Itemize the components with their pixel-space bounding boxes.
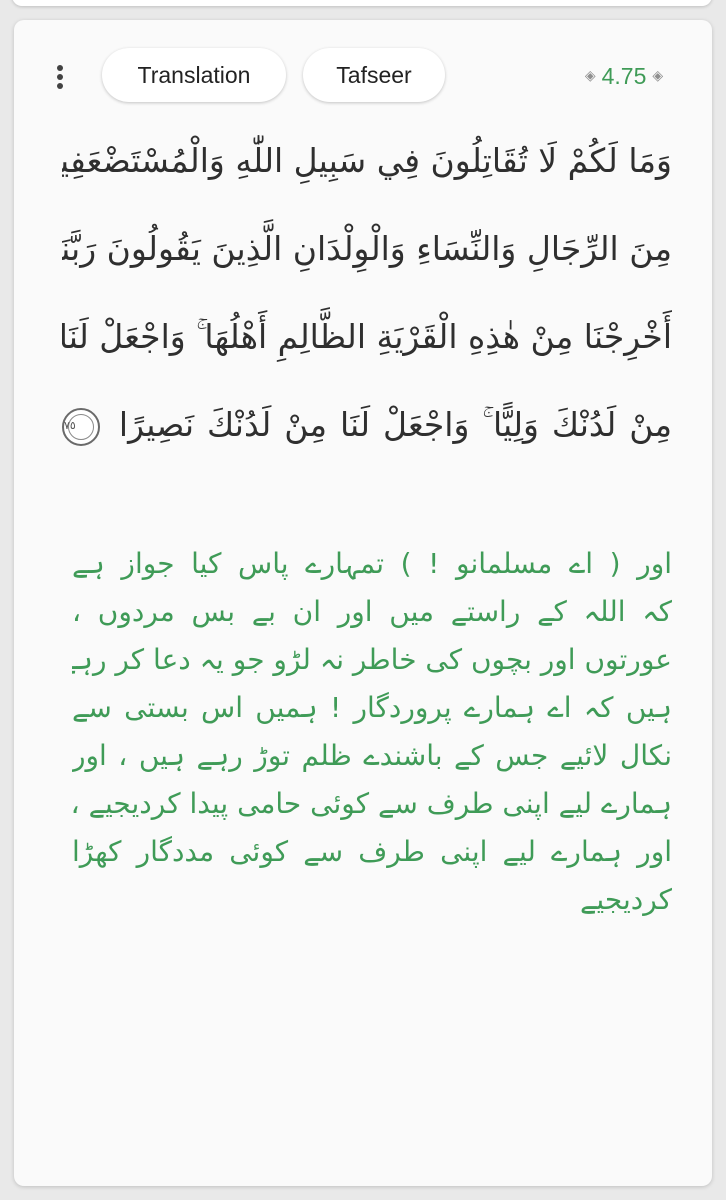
ayah-end-marker-icon: ٧٥ [62,407,100,446]
translation-button[interactable]: Translation [102,48,286,102]
urdu-line: عورتوں اور بچوں کی خاطر نہ لڑو جو یہ دعا… [72,643,672,676]
arabic-line-text: مِنْ لَدُنْكَ وَلِيًّا ۚ وَاجْعَلْ لَنَا… [118,405,672,444]
urdu-line: ہیں کہ اے ہمارے پروردگار ! ہمیں اس بستی … [72,691,672,724]
arabic-line: مِنَ الرِّجَالِ وَالنِّسَاءِ وَالْوِلْدَ… [62,229,672,268]
urdu-line: کردیجیے [580,883,672,916]
urdu-line: اور ہمارے لیے اپنی طرف سے کوئی مددگار کھ… [72,835,672,868]
arabic-verse-text: وَمَا لَكُمْ لَا تُقَاتِلُونَ فِي سَبِيل… [62,122,672,502]
urdu-line: نکال لائیے جس کے باشندے ظلم توڑ رہے ہیں … [72,739,672,772]
more-vertical-icon[interactable] [50,62,70,92]
verse-number: 4.75 [601,62,647,89]
arabic-line-last: مِنْ لَدُنْكَ وَلِيًّا ۚ وَاجْعَلْ لَنَا… [62,386,672,464]
arabic-line: وَمَا لَكُمْ لَا تُقَاتِلُونَ فِي سَبِيل… [62,141,672,180]
previous-card-edge [12,0,712,6]
more-dot-icon [57,65,63,71]
tafseer-button[interactable]: Tafseer [303,48,445,102]
urdu-line: اور ( اے مسلمانو ! ) تمہارے پاس کیا جواز… [72,547,672,580]
more-dot-icon [57,83,63,89]
verse-ornament-right-icon: ◈ [652,68,664,84]
ayah-marker-number: ٧٥ [64,418,76,432]
verse-ornament-left-icon: ◈ [584,68,596,84]
urdu-line: کہ اللہ کے راستے میں اور ان بے بس مردوں … [72,595,672,628]
verse-card: Translation Tafseer ◈ 4.75 ◈ وَمَا لَكُم… [14,20,712,1186]
verse-number-badge: ◈ 4.75 ◈ [576,60,672,92]
arabic-line: أَخْرِجْنَا مِنْ هٰذِهِ الْقَرْيَةِ الظَ… [62,317,672,356]
more-dot-icon [57,74,63,80]
urdu-line: ہمارے لیے اپنی طرف سے کوئی حامی پیدا کرد… [72,787,672,820]
urdu-translation: اور ( اے مسلمانو ! ) تمہارے پاس کیا جواز… [72,542,672,982]
